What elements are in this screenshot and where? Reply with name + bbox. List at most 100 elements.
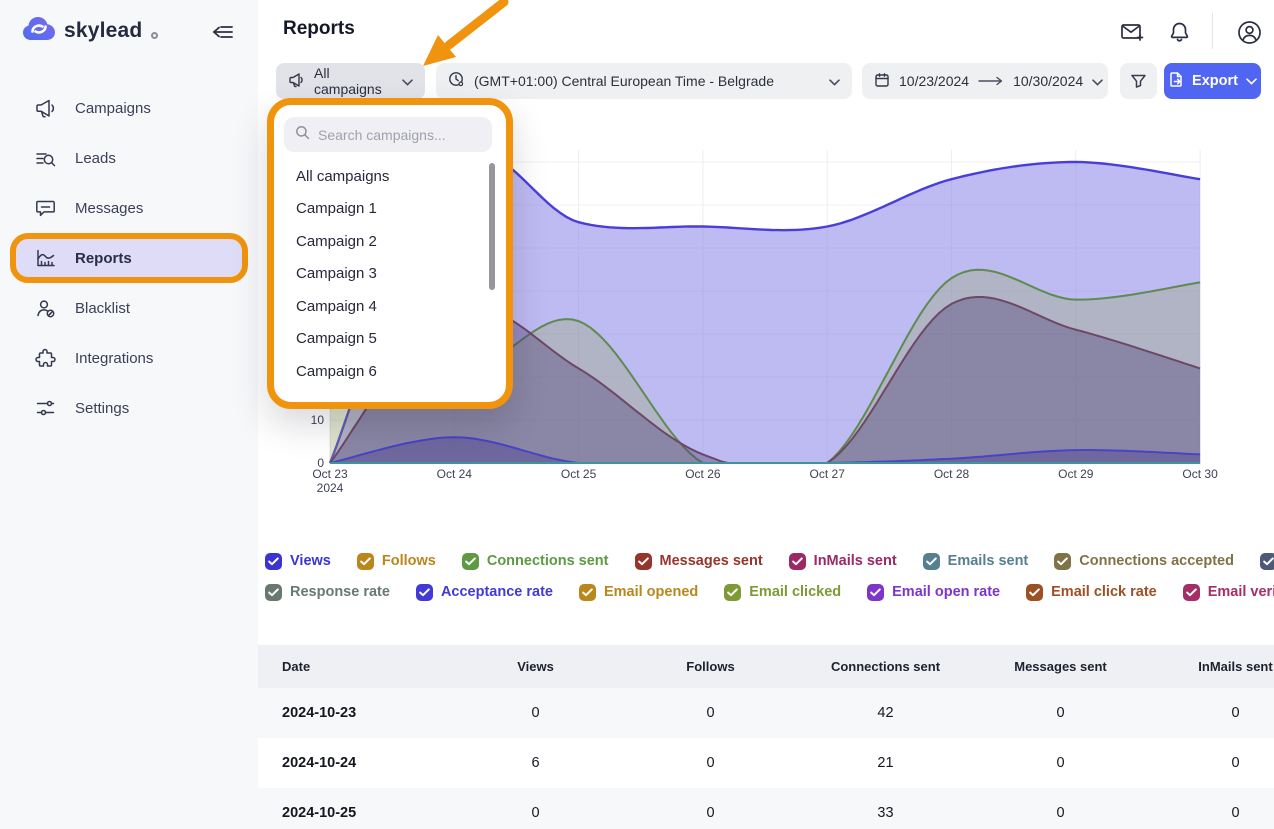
sidebar-item-label: Integrations bbox=[75, 350, 153, 367]
legend-item[interactable]: Follows bbox=[357, 551, 436, 571]
export-label: Export bbox=[1192, 73, 1238, 89]
table-cell-date: 2024-10-24 bbox=[258, 755, 448, 771]
legend-item[interactable]: Email open rate bbox=[867, 582, 1000, 602]
campaign-selector-button[interactable]: All campaigns bbox=[276, 63, 425, 99]
legend-checkbox-checked[interactable] bbox=[923, 553, 940, 570]
svg-text:Oct 27: Oct 27 bbox=[810, 467, 846, 481]
legend-label: Email verified bbox=[1208, 584, 1274, 600]
sidebar-item-label: Reports bbox=[75, 250, 132, 267]
svg-text:Oct 28: Oct 28 bbox=[934, 467, 970, 481]
account-avatar-icon[interactable] bbox=[1234, 17, 1264, 47]
campaign-dropdown-panel: All campaignsCampaign 1Campaign 2Campaig… bbox=[267, 98, 513, 409]
sidebar-item-messages[interactable]: Messages bbox=[10, 183, 248, 233]
skylead-logo-icon bbox=[22, 15, 56, 46]
legend-item[interactable]: Replies received bbox=[1260, 551, 1274, 571]
timezone-selector[interactable]: (GMT+01:00) Central European Time - Belg… bbox=[436, 63, 852, 99]
legend-item[interactable]: InMails sent bbox=[789, 551, 897, 571]
table-header-row: DateViewsFollowsConnections sentMessages… bbox=[258, 645, 1274, 688]
legend-item[interactable]: Email click rate bbox=[1026, 582, 1157, 602]
legend-item[interactable]: Email verified bbox=[1183, 582, 1274, 602]
campaign-selector-value: All campaigns bbox=[314, 65, 393, 97]
campaign-search-box bbox=[284, 117, 492, 152]
legend-item[interactable]: Messages sent bbox=[635, 551, 763, 571]
campaign-option[interactable]: Campaign 4 bbox=[284, 290, 498, 323]
campaign-option[interactable]: Campaign 3 bbox=[284, 258, 498, 291]
chevron-down-icon bbox=[829, 73, 840, 89]
legend-label: Email open rate bbox=[892, 584, 1000, 600]
collapse-sidebar-icon[interactable] bbox=[210, 19, 236, 45]
calendar-icon bbox=[874, 72, 890, 91]
legend-checkbox-checked[interactable] bbox=[789, 553, 806, 570]
table-cell-value: 0 bbox=[448, 805, 623, 821]
legend-item[interactable]: Acceptance rate bbox=[416, 582, 553, 602]
legend-checkbox-checked[interactable] bbox=[357, 553, 374, 570]
svg-text:Oct 25: Oct 25 bbox=[561, 467, 597, 481]
notifications-bell-icon[interactable] bbox=[1164, 17, 1194, 47]
legend-checkbox-checked[interactable] bbox=[867, 584, 884, 601]
export-file-icon bbox=[1168, 71, 1184, 92]
chevron-down-icon bbox=[1246, 73, 1257, 89]
campaign-search-input[interactable] bbox=[318, 127, 478, 143]
legend-checkbox-checked[interactable] bbox=[724, 584, 741, 601]
sidebar-item-leads[interactable]: Leads bbox=[10, 133, 248, 183]
sidebar-item-settings[interactable]: Settings bbox=[10, 383, 248, 433]
table-cell-value: 0 bbox=[1148, 705, 1274, 721]
table-row: 2024-10-24602100 bbox=[258, 738, 1274, 788]
sidebar-item-reports[interactable]: Reports bbox=[10, 233, 248, 283]
date-to-value: 10/30/2024 bbox=[1013, 73, 1083, 89]
legend-item[interactable]: Connections accepted bbox=[1054, 551, 1234, 571]
legend-row: Views Follows Connections sent Messages … bbox=[265, 551, 1267, 571]
sidebar-item-label: Campaigns bbox=[75, 100, 151, 117]
campaign-option[interactable]: Campaign 6 bbox=[284, 355, 498, 388]
legend-item[interactable]: Response rate bbox=[265, 582, 390, 602]
table-cell-value: 0 bbox=[973, 755, 1148, 771]
legend-item[interactable]: Views bbox=[265, 551, 331, 571]
page-title: Reports bbox=[283, 18, 355, 40]
integrations-icon bbox=[34, 347, 57, 369]
reports-icon bbox=[34, 247, 57, 269]
sidebar: skylead Campaigns Leads Messages Reports… bbox=[0, 0, 258, 829]
legend-checkbox-checked[interactable] bbox=[579, 584, 596, 601]
filter-funnel-button[interactable] bbox=[1120, 63, 1157, 99]
mail-plus-icon[interactable] bbox=[1116, 17, 1146, 47]
leads-icon bbox=[34, 147, 57, 169]
campaign-option[interactable]: Campaign 2 bbox=[284, 225, 498, 258]
table-row: 2024-10-25003300 bbox=[258, 788, 1274, 829]
legend-checkbox-checked[interactable] bbox=[1260, 553, 1274, 570]
campaign-option[interactable]: All campaigns bbox=[284, 160, 498, 193]
legend-checkbox-checked[interactable] bbox=[462, 553, 479, 570]
sidebar-item-campaigns[interactable]: Campaigns bbox=[10, 83, 248, 133]
timezone-value: (GMT+01:00) Central European Time - Belg… bbox=[474, 73, 820, 89]
campaign-option[interactable]: Campaign 1 bbox=[284, 193, 498, 226]
legend-checkbox-checked[interactable] bbox=[1026, 584, 1043, 601]
date-range-picker[interactable]: 10/23/2024 10/30/2024 bbox=[862, 63, 1108, 99]
sidebar-item-integrations[interactable]: Integrations bbox=[10, 333, 248, 383]
legend-item[interactable]: Connections sent bbox=[462, 551, 609, 571]
date-from-value: 10/23/2024 bbox=[899, 73, 969, 89]
table-cell-value: 21 bbox=[798, 755, 973, 771]
legend-checkbox-checked[interactable] bbox=[265, 553, 282, 570]
legend-item[interactable]: Email opened bbox=[579, 582, 698, 602]
sidebar-item-blacklist[interactable]: Blacklist bbox=[10, 283, 248, 333]
legend-checkbox-checked[interactable] bbox=[635, 553, 652, 570]
legend-label: Connections sent bbox=[487, 553, 609, 569]
legend-label: Email clicked bbox=[749, 584, 841, 600]
table-cell-value: 0 bbox=[1148, 805, 1274, 821]
legend-checkbox-checked[interactable] bbox=[265, 584, 282, 601]
skylead-logo[interactable]: skylead bbox=[22, 15, 158, 46]
legend-checkbox-checked[interactable] bbox=[1183, 584, 1200, 601]
legend-item[interactable]: Emails sent bbox=[923, 551, 1029, 571]
export-button[interactable]: Export bbox=[1164, 63, 1261, 99]
legend-checkbox-checked[interactable] bbox=[1054, 553, 1071, 570]
settings-icon bbox=[34, 397, 57, 419]
dropdown-scrollbar[interactable] bbox=[489, 163, 495, 290]
campaign-option[interactable]: Campaign 5 bbox=[284, 323, 498, 356]
legend-item[interactable]: Email clicked bbox=[724, 582, 841, 602]
table-cell-value: 0 bbox=[623, 805, 798, 821]
legend-checkbox-checked[interactable] bbox=[416, 584, 433, 601]
table-cell-value: 42 bbox=[798, 705, 973, 721]
legend-label: Email click rate bbox=[1051, 584, 1157, 600]
blacklist-icon bbox=[34, 297, 57, 319]
table-cell-value: 0 bbox=[1148, 755, 1274, 771]
clock-icon bbox=[448, 71, 465, 91]
